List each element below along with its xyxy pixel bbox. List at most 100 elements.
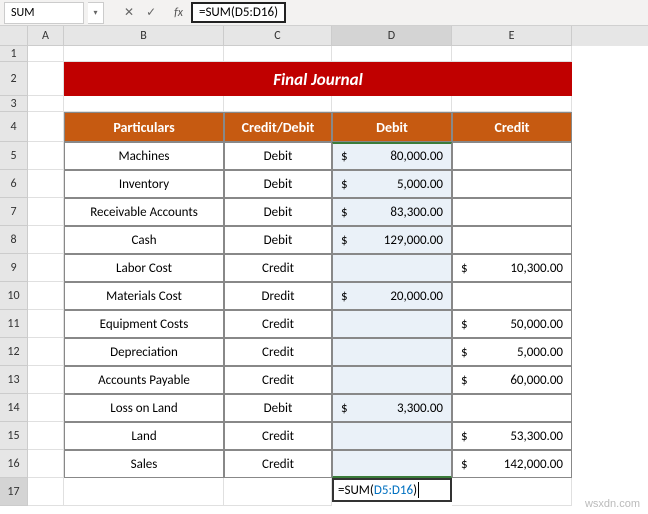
row-header-15[interactable]: 15 [0, 422, 28, 450]
cell-creditdebit[interactable]: Credit [224, 254, 332, 282]
cell-debit[interactable]: $3,300.00 [332, 394, 452, 422]
col-header-A[interactable]: A [28, 26, 64, 46]
confirm-icon[interactable]: ✓ [146, 5, 156, 20]
cell-credit[interactable]: $5,000.00 [452, 338, 572, 366]
cell-creditdebit[interactable]: Debit [224, 198, 332, 226]
row-header-1[interactable]: 1 [0, 46, 28, 62]
row-header-14[interactable]: 14 [0, 394, 28, 422]
cell-A5[interactable] [28, 142, 64, 170]
header-particulars[interactable]: Particulars [64, 112, 224, 142]
formula-bar[interactable]: =SUM(D5:D16) [191, 2, 648, 24]
cell-debit[interactable]: $129,000.00 [332, 226, 452, 254]
cell-debit[interactable]: $5,000.00 [332, 170, 452, 198]
cell-creditdebit[interactable]: Debit [224, 394, 332, 422]
cell-credit[interactable] [452, 142, 572, 170]
cell-particulars[interactable]: Inventory [64, 170, 224, 198]
name-box-dropdown[interactable]: ▾ [88, 2, 104, 24]
select-all-corner[interactable] [0, 26, 28, 46]
cell-creditdebit[interactable]: Debit [224, 226, 332, 254]
formula-bar-text[interactable]: =SUM(D5:D16) [191, 2, 286, 23]
col-header-E[interactable]: E [452, 26, 572, 46]
cell-credit[interactable] [452, 282, 572, 310]
cell-A15[interactable] [28, 422, 64, 450]
cell-debit[interactable] [332, 310, 452, 338]
cell-E1[interactable] [452, 46, 572, 62]
cell-debit[interactable] [332, 422, 452, 450]
cell-credit[interactable] [452, 394, 572, 422]
row-header-10[interactable]: 10 [0, 282, 28, 310]
cell-A4[interactable] [28, 112, 64, 142]
cell-creditdebit[interactable]: Credit [224, 310, 332, 338]
cell-E17[interactable] [452, 478, 572, 506]
cell-particulars[interactable]: Loss on Land [64, 394, 224, 422]
cell-A16[interactable] [28, 450, 64, 478]
cell-particulars[interactable]: Depreciation [64, 338, 224, 366]
cell-A10[interactable] [28, 282, 64, 310]
cell-A14[interactable] [28, 394, 64, 422]
header-creditdebit[interactable]: Credit/Debit [224, 112, 332, 142]
cancel-icon[interactable]: ✕ [124, 5, 134, 20]
cell-particulars[interactable]: Land [64, 422, 224, 450]
cell-credit[interactable]: $53,300.00 [452, 422, 572, 450]
cell-B1[interactable] [64, 46, 224, 62]
cell-A8[interactable] [28, 226, 64, 254]
cell-particulars[interactable]: Labor Cost [64, 254, 224, 282]
row-header-8[interactable]: 8 [0, 226, 28, 254]
cell-debit[interactable] [332, 254, 452, 282]
row-header-7[interactable]: 7 [0, 198, 28, 226]
row-header-11[interactable]: 11 [0, 310, 28, 338]
name-box[interactable]: SUM [4, 2, 84, 24]
row-header-12[interactable]: 12 [0, 338, 28, 366]
cell-B3[interactable] [64, 96, 224, 112]
cell-debit[interactable] [332, 338, 452, 366]
cell-C1[interactable] [224, 46, 332, 62]
cell-A2[interactable] [28, 62, 64, 96]
cell-creditdebit[interactable]: Credit [224, 366, 332, 394]
cell-credit[interactable]: $142,000.00 [452, 450, 572, 478]
cell-A17[interactable] [28, 478, 64, 506]
cell-debit[interactable] [332, 366, 452, 394]
header-credit[interactable]: Credit [452, 112, 572, 142]
cell-debit[interactable] [332, 450, 452, 478]
cell-particulars[interactable]: Equipment Costs [64, 310, 224, 338]
header-debit[interactable]: Debit [332, 112, 452, 142]
row-header-4[interactable]: 4 [0, 112, 28, 142]
cell-A1[interactable] [28, 46, 64, 62]
cell-D1[interactable] [332, 46, 452, 62]
cell-credit[interactable] [452, 198, 572, 226]
cell-D3[interactable] [332, 96, 452, 112]
cell-creditdebit[interactable]: Dredit [224, 282, 332, 310]
row-header-13[interactable]: 13 [0, 366, 28, 394]
cell-particulars[interactable]: Sales [64, 450, 224, 478]
cell-C3[interactable] [224, 96, 332, 112]
row-header-17[interactable]: 17 [0, 478, 28, 506]
cell-A9[interactable] [28, 254, 64, 282]
row-header-2[interactable]: 2 [0, 62, 28, 96]
row-header-16[interactable]: 16 [0, 450, 28, 478]
cell-C17[interactable] [224, 478, 332, 506]
cell-creditdebit[interactable]: Debit [224, 142, 332, 170]
cell-A12[interactable] [28, 338, 64, 366]
row-header-3[interactable]: 3 [0, 96, 28, 112]
cell-credit[interactable]: $50,000.00 [452, 310, 572, 338]
cell-credit[interactable] [452, 226, 572, 254]
cell-debit[interactable]: $80,000.00 [332, 142, 452, 170]
cell-A11[interactable] [28, 310, 64, 338]
cell-credit[interactable] [452, 170, 572, 198]
cell-particulars[interactable]: Materials Cost [64, 282, 224, 310]
cell-credit[interactable]: $60,000.00 [452, 366, 572, 394]
cell-creditdebit[interactable]: Credit [224, 450, 332, 478]
cell-particulars[interactable]: Receivable Accounts [64, 198, 224, 226]
fx-icon[interactable]: fx [174, 6, 183, 20]
cell-credit[interactable]: $10,300.00 [452, 254, 572, 282]
active-cell-D17[interactable]: =SUM(D5:D16) [332, 478, 452, 502]
cell-particulars[interactable]: Machines [64, 142, 224, 170]
cell-A7[interactable] [28, 198, 64, 226]
cell-A13[interactable] [28, 366, 64, 394]
col-header-B[interactable]: B [64, 26, 224, 46]
row-header-5[interactable]: 5 [0, 142, 28, 170]
cell-particulars[interactable]: Cash [64, 226, 224, 254]
col-header-D[interactable]: D [332, 26, 452, 46]
cell-debit[interactable]: $20,000.00 [332, 282, 452, 310]
cell-B17[interactable] [64, 478, 224, 506]
